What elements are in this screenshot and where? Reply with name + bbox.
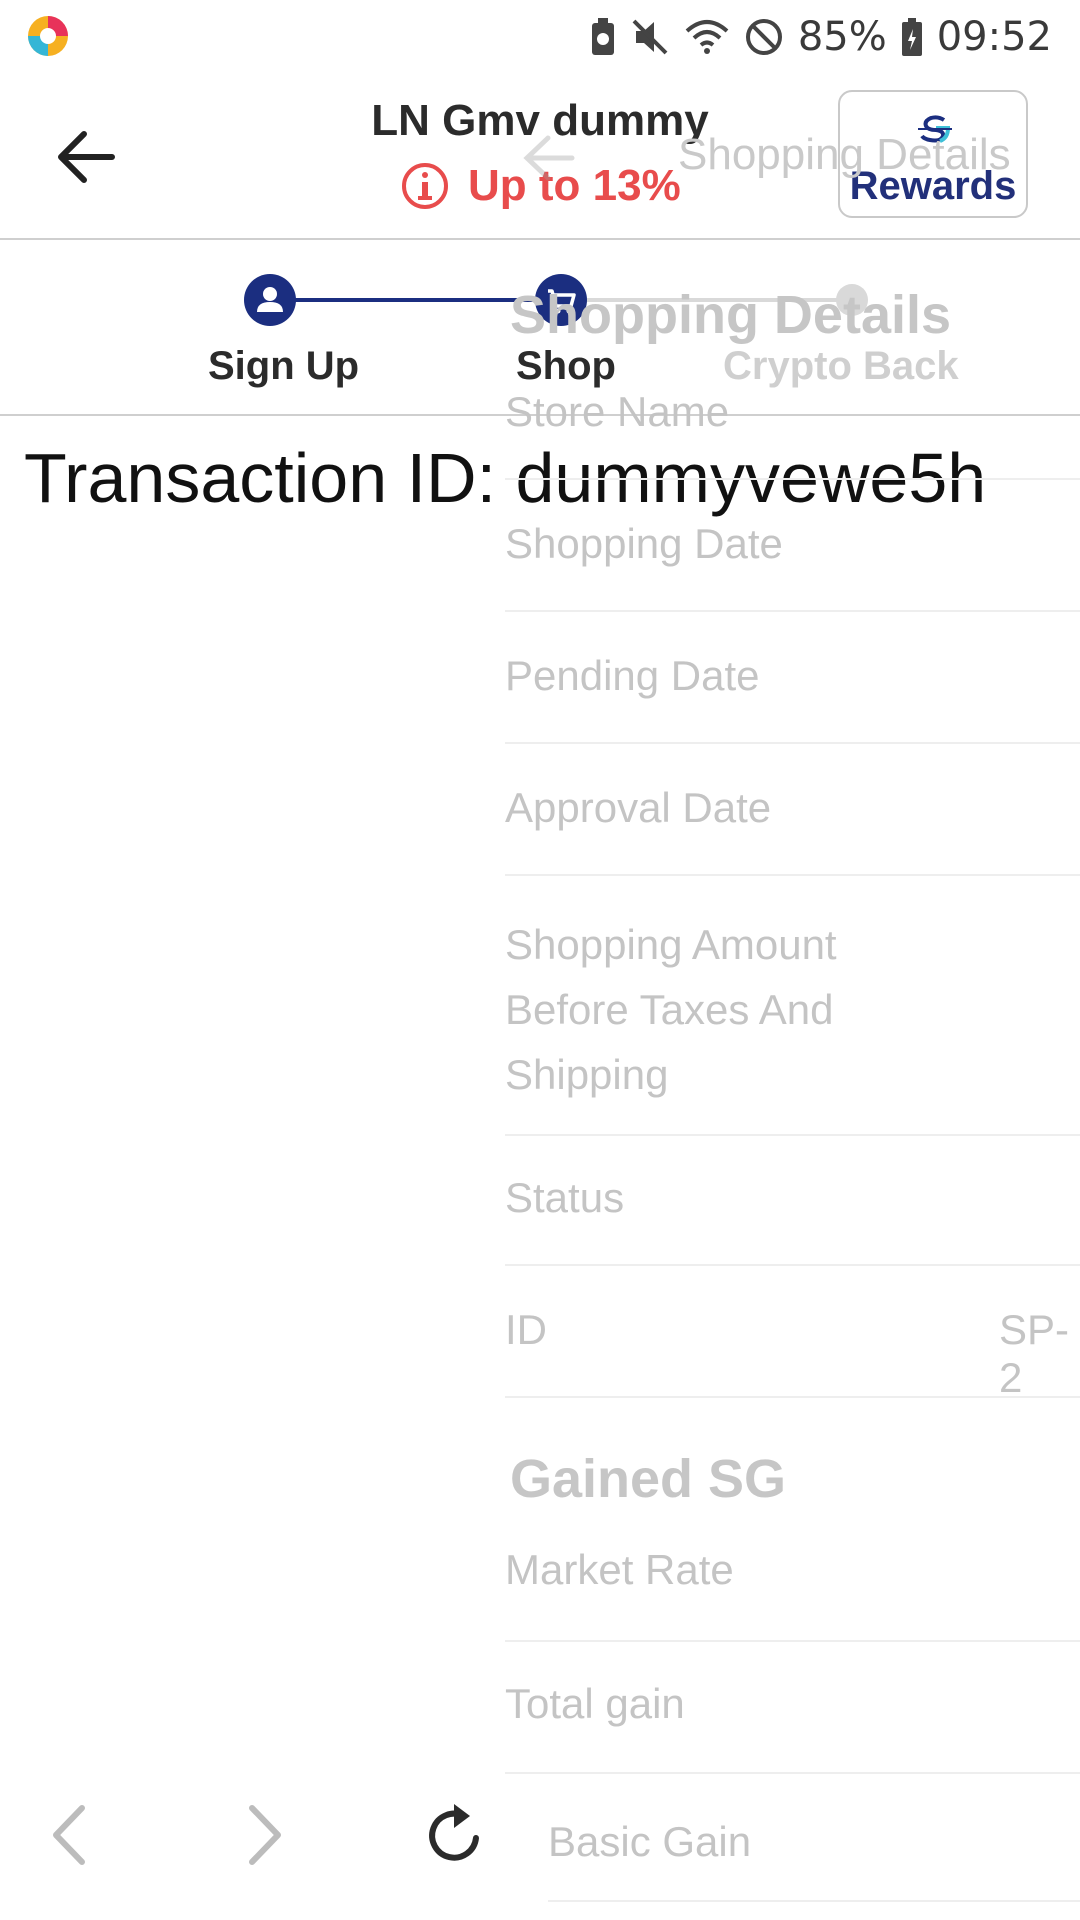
status-bar: 85% 09:52 (0, 0, 1080, 76)
ghost-gained-title: Gained SG (510, 1449, 787, 1509)
ghost-row-label: Approval Date (505, 784, 772, 831)
step-shop (535, 274, 587, 326)
step-crypto-back (836, 284, 868, 316)
ghost-row-basic-gain: Basic Gain (548, 1818, 1080, 1902)
ghost-row-market-rate: Market Rate (505, 1546, 1080, 1642)
step-connector-1 (272, 298, 562, 302)
app-logo-icon (28, 16, 68, 56)
ghost-row-approval-date: Approval Date (505, 784, 1080, 876)
nav-forward-icon[interactable] (226, 1800, 296, 1870)
step-label-sign-up: Sign Up (208, 344, 360, 388)
ghost-row-label: Market Rate (505, 1546, 734, 1593)
reload-icon[interactable] (420, 1800, 490, 1870)
step-label-shop: Shop (516, 344, 616, 388)
ghost-row-label: ID (505, 1306, 547, 1353)
ghost-row-label: Total gain (505, 1680, 685, 1727)
info-icon[interactable] (400, 161, 450, 211)
ghost-row-total-gain: Total gain (505, 1680, 1080, 1774)
sg-logo-icon (918, 115, 952, 143)
step-sign-up (244, 274, 296, 326)
mute-icon (632, 19, 668, 55)
progress-stepper: Sign Up Shop Crypto Back (0, 238, 1080, 416)
rewards-button[interactable]: Rewards (838, 90, 1028, 218)
step-label-crypto-back: Crypto Back (723, 344, 959, 388)
battery-icon (901, 18, 922, 56)
battery-percent: 85% (797, 14, 887, 60)
ghost-row-label: Shopping Amount Before Taxes And Shippin… (505, 921, 837, 1098)
battery-saver-icon (591, 18, 614, 55)
do-not-disturb-icon (745, 19, 782, 55)
ghost-row-value: SP-2 (999, 1306, 1070, 1401)
ghost-row-label: Shopping Date (505, 520, 783, 567)
ghost-row-pending-date: Pending Date (505, 652, 1080, 744)
step-connector-2 (562, 298, 852, 302)
nav-back-icon[interactable] (38, 1800, 108, 1870)
ghost-row-shopping-amount: Shopping Amount Before Taxes And Shippin… (505, 912, 1080, 1136)
ghost-row-status: Status (505, 1174, 1080, 1266)
ghost-row-shopping-date: Shopping Date (505, 520, 1080, 612)
ghost-row-id: ID SP-2 (505, 1306, 1080, 1401)
wifi-icon (685, 20, 729, 54)
rewards-label: Rewards (849, 164, 1017, 208)
user-icon (257, 287, 283, 312)
ghost-row-label: Status (505, 1174, 625, 1221)
cashback-rate-text: Up to 13% (468, 161, 681, 210)
cart-icon (548, 289, 576, 314)
header: LN Gmv dummy Up to 13% Rewards (0, 76, 1080, 240)
cashback-rate[interactable]: Up to 13% (400, 158, 681, 214)
status-icons: 85% 09:52 (590, 12, 1052, 62)
transaction-id: Transaction ID: dummyvewe5h (24, 439, 987, 517)
ghost-row-label: Pending Date (505, 652, 760, 699)
clock: 09:52 (936, 14, 1052, 60)
ghost-row-label: Basic Gain (548, 1818, 752, 1865)
